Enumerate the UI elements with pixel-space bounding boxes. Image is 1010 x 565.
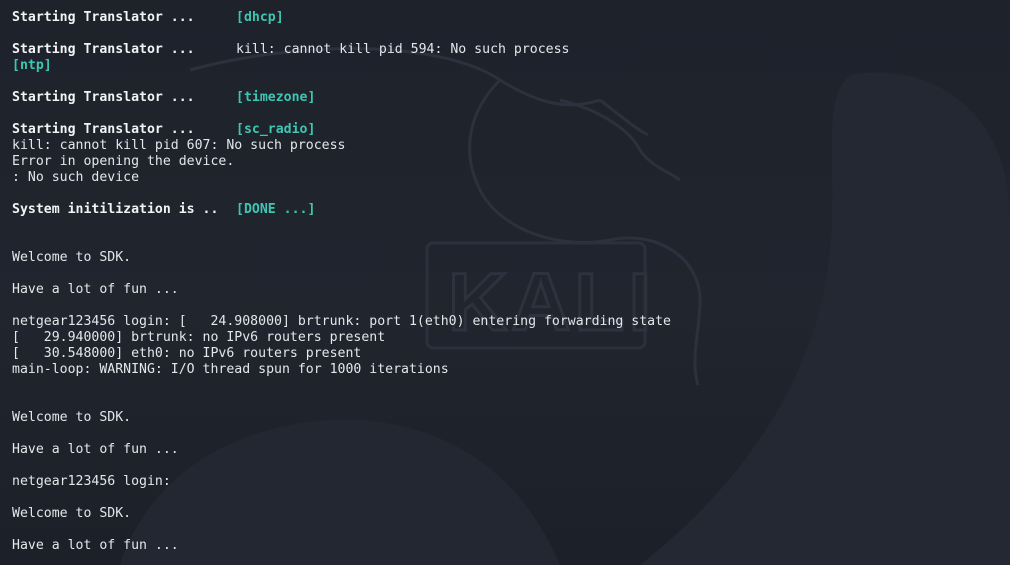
- line-text: [ 30.548000] eth0: no IPv6 routers prese…: [12, 346, 362, 361]
- status-tag: [dhcp]: [236, 10, 284, 25]
- line-text: Have a lot of fun ...: [12, 282, 179, 297]
- terminal-line: System initilization is .. [DONE ...]: [12, 202, 1010, 218]
- line-text: Welcome to SDK.: [12, 410, 132, 425]
- line-prefix: Starting Translator ...: [12, 122, 195, 137]
- terminal-output: Starting Translator ... [dhcp] Starting Tr…: [12, 10, 1010, 554]
- line-text: netgear123456 login:: [12, 474, 171, 489]
- terminal-line: Error in opening the device.: [12, 154, 1010, 170]
- terminal-line: [ 29.940000] brtrunk: no IPv6 routers pr…: [12, 330, 1010, 346]
- terminal-line: Welcome to SDK.: [12, 410, 1010, 426]
- terminal-line: [ 30.548000] eth0: no IPv6 routers prese…: [12, 346, 1010, 362]
- terminal-line: Starting Translator ... [sc_radio]: [12, 122, 1010, 138]
- line-prefix: Starting Translator ...: [12, 90, 195, 105]
- terminal-line: kill: cannot kill pid 607: No such proce…: [12, 138, 1010, 154]
- line-text: Error in opening the device.: [12, 154, 235, 169]
- terminal-line: Starting Translator ... kill: cannot kill…: [12, 42, 1010, 58]
- line-prefix: Starting Translator ...: [12, 10, 195, 25]
- line-text: kill: cannot kill pid 607: No such proce…: [12, 138, 346, 153]
- line-text: netgear123456 login: [ 24.908000] brtrun…: [12, 314, 671, 329]
- terminal-line: Have a lot of fun ...: [12, 538, 1010, 554]
- line-message: kill: cannot kill pid 594: No such proce…: [236, 42, 570, 57]
- line-text: main-loop: WARNING: I/O thread spun for …: [12, 362, 449, 377]
- status-tag: [DONE ...]: [236, 202, 316, 217]
- terminal-line: Welcome to SDK.: [12, 250, 1010, 266]
- line-text: [ 29.940000] brtrunk: no IPv6 routers pr…: [12, 330, 386, 345]
- line-text: : No such device: [12, 170, 140, 185]
- line-text: Have a lot of fun ...: [12, 442, 179, 457]
- line-text: Welcome to SDK.: [12, 506, 132, 521]
- terminal-line: netgear123456 login: [ 24.908000] brtrun…: [12, 314, 1010, 330]
- terminal-line: Have a lot of fun ...: [12, 442, 1010, 458]
- terminal-window[interactable]: KALI Starting Translator ... [dhcp] Starti…: [0, 0, 1010, 565]
- terminal-line: Have a lot of fun ...: [12, 282, 1010, 298]
- line-prefix: System initilization is ..: [12, 202, 219, 217]
- terminal-line: : No such device: [12, 170, 1010, 186]
- terminal-line: netgear123456 login:: [12, 474, 1010, 490]
- line-text: Have a lot of fun ...: [12, 538, 179, 553]
- status-tag: [sc_radio]: [236, 122, 316, 137]
- status-tag: [timezone]: [236, 90, 316, 105]
- terminal-line: main-loop: WARNING: I/O thread spun for …: [12, 362, 1010, 378]
- terminal-line: Welcome to SDK.: [12, 506, 1010, 522]
- line-text: Welcome to SDK.: [12, 250, 132, 265]
- terminal-line: Starting Translator ... [dhcp]: [12, 10, 1010, 26]
- status-tag: [ntp]: [12, 58, 52, 73]
- terminal-line: [ntp]: [12, 58, 1010, 74]
- terminal-line: Starting Translator ... [timezone]: [12, 90, 1010, 106]
- line-prefix: Starting Translator ...: [12, 42, 195, 57]
